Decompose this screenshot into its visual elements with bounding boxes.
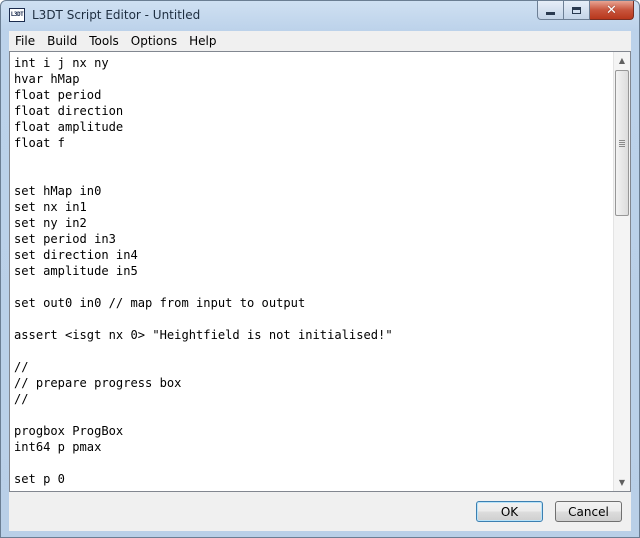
- code-line[interactable]: set amplitude in5: [14, 263, 610, 279]
- client-area: File Build Tools Options Help int i j nx…: [9, 31, 631, 531]
- menu-bar: File Build Tools Options Help: [9, 31, 631, 51]
- code-line[interactable]: [14, 311, 610, 327]
- code-line[interactable]: //: [14, 391, 610, 407]
- code-line[interactable]: assert <isgt nx 0> "Heightfield is not i…: [14, 327, 610, 343]
- code-line[interactable]: int64 p pmax: [14, 439, 610, 455]
- code-line[interactable]: [14, 455, 610, 471]
- code-line[interactable]: set period in3: [14, 231, 610, 247]
- ok-button[interactable]: OK: [476, 501, 543, 522]
- caption-buttons: ✕: [537, 1, 634, 21]
- code-line[interactable]: set p 0: [14, 471, 610, 487]
- maximize-icon: [572, 6, 581, 14]
- code-line[interactable]: set ny in2: [14, 215, 610, 231]
- code-line[interactable]: //: [14, 359, 610, 375]
- code-line[interactable]: [14, 151, 610, 167]
- code-line[interactable]: [14, 167, 610, 183]
- code-line[interactable]: float f: [14, 135, 610, 151]
- menu-help[interactable]: Help: [183, 31, 222, 51]
- grip-line: [619, 144, 625, 145]
- code-line[interactable]: set hMap in0: [14, 183, 610, 199]
- script-code[interactable]: int i j nx ny hvar hMap float period float …: [14, 55, 610, 489]
- vertical-scrollbar[interactable]: ▲ ▼: [613, 52, 630, 491]
- scroll-down-button[interactable]: ▼: [614, 474, 630, 491]
- code-line[interactable]: set direction in4: [14, 247, 610, 263]
- grip-line: [619, 140, 625, 141]
- code-line[interactable]: // prepare progress box: [14, 375, 610, 391]
- window-title: L3DT Script Editor - Untitled: [32, 8, 201, 22]
- title-bar[interactable]: L3DT L3DT Script Editor - Untitled ✕: [1, 1, 639, 31]
- dialog-footer: OK Cancel: [9, 492, 631, 531]
- code-line[interactable]: [14, 407, 610, 423]
- chevron-up-icon: ▲: [618, 56, 626, 65]
- code-line[interactable]: int i j nx ny: [14, 55, 610, 71]
- code-line[interactable]: [14, 279, 610, 295]
- close-icon: ✕: [606, 2, 617, 18]
- menu-options[interactable]: Options: [125, 31, 183, 51]
- grip-line: [619, 146, 625, 147]
- code-line[interactable]: [14, 343, 610, 359]
- code-line[interactable]: progbox ProgBox: [14, 423, 610, 439]
- grip-line: [619, 142, 625, 143]
- menu-file[interactable]: File: [9, 31, 41, 51]
- close-button[interactable]: ✕: [590, 1, 634, 20]
- menu-tools[interactable]: Tools: [83, 31, 125, 51]
- script-editor-window: L3DT L3DT Script Editor - Untitled ✕ Fil…: [0, 0, 640, 538]
- code-line[interactable]: float amplitude: [14, 119, 610, 135]
- code-line[interactable]: set out0 in0 // map from input to output: [14, 295, 610, 311]
- script-text-area[interactable]: int i j nx ny hvar hMap float period float …: [9, 51, 631, 492]
- code-line[interactable]: hvar hMap: [14, 71, 610, 87]
- code-line[interactable]: set nx in1: [14, 199, 610, 215]
- code-line[interactable]: float period: [14, 87, 610, 103]
- menu-build[interactable]: Build: [41, 31, 83, 51]
- code-line[interactable]: float direction: [14, 103, 610, 119]
- maximize-button[interactable]: [564, 1, 590, 20]
- cancel-button[interactable]: Cancel: [555, 501, 622, 522]
- minimize-icon: [546, 11, 555, 15]
- minimize-button[interactable]: [537, 1, 564, 20]
- scrollbar-thumb[interactable]: [615, 70, 629, 216]
- chevron-down-icon: ▼: [618, 478, 626, 487]
- l3dt-app-icon: L3DT: [9, 8, 25, 22]
- scroll-up-button[interactable]: ▲: [614, 52, 630, 69]
